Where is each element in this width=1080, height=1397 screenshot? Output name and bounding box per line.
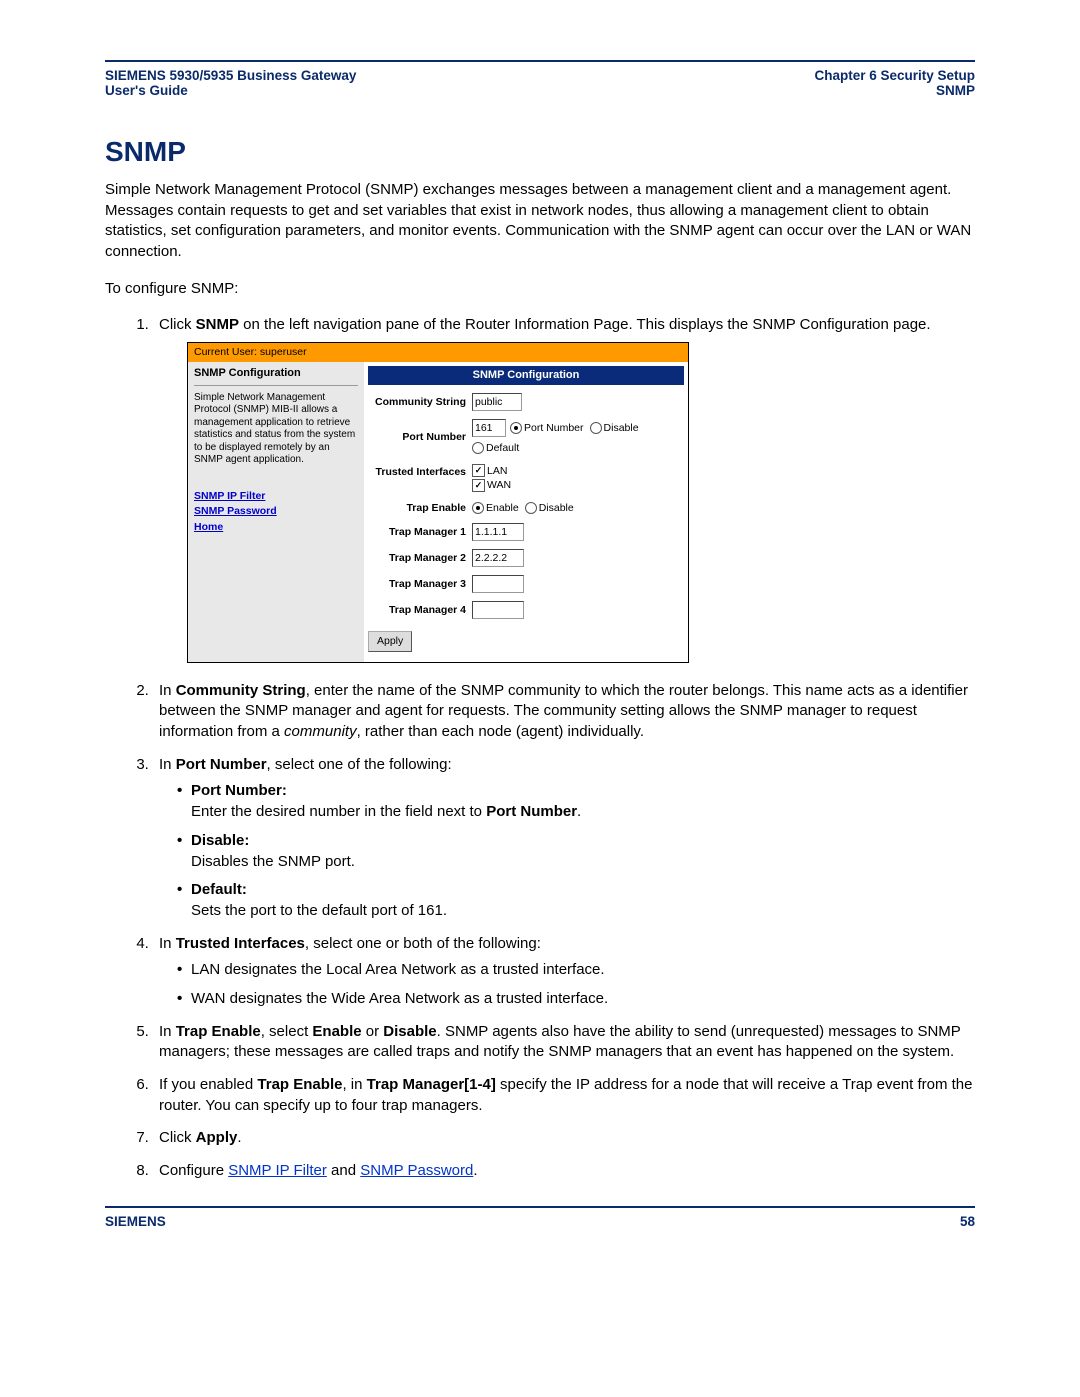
- header-left-1: SIEMENS 5930/5935 Business Gateway: [105, 68, 356, 83]
- input-tm2[interactable]: [472, 549, 524, 567]
- radio-disable-2[interactable]: Disable: [525, 501, 574, 515]
- step-6: If you enabled Trap Enable, in Trap Mana…: [153, 1075, 975, 1116]
- fig-left-pane: SNMP Configuration Simple Network Manage…: [188, 362, 364, 662]
- current-user-bar: Current User: superuser: [188, 343, 688, 361]
- page-header: SIEMENS 5930/5935 Business Gateway User'…: [105, 60, 975, 98]
- input-tm1[interactable]: [472, 523, 524, 541]
- input-tm4[interactable]: [472, 601, 524, 619]
- step-3-opt-disable: Disable: Disables the SNMP port.: [177, 831, 975, 872]
- label-tm1: Trap Manager 1: [368, 525, 472, 539]
- step-1: Click SNMP on the left navigation pane o…: [153, 315, 975, 662]
- panel-title: SNMP Configuration: [368, 366, 684, 385]
- input-port[interactable]: [472, 419, 506, 437]
- radio-default[interactable]: Default: [472, 441, 519, 455]
- label-port: Port Number: [368, 430, 472, 444]
- step-4-lan: LAN designates the Local Area Network as…: [177, 960, 975, 981]
- header-left-2: User's Guide: [105, 83, 356, 98]
- step-3: In Port Number, select one of the follow…: [153, 755, 975, 922]
- step-5: In Trap Enable, select Enable or Disable…: [153, 1022, 975, 1063]
- label-tm4: Trap Manager 4: [368, 603, 472, 617]
- input-tm3[interactable]: [472, 575, 524, 593]
- label-tm2: Trap Manager 2: [368, 551, 472, 565]
- radio-disable[interactable]: Disable: [590, 421, 639, 435]
- intro-paragraph: Simple Network Management Protocol (SNMP…: [105, 180, 975, 263]
- step-2: In Community String, enter the name of t…: [153, 681, 975, 743]
- footer-left: SIEMENS: [105, 1214, 166, 1229]
- input-community[interactable]: [472, 393, 522, 411]
- label-trusted: Trusted Interfaces: [368, 463, 472, 479]
- label-community: Community String: [368, 395, 472, 409]
- header-right-1: Chapter 6 Security Setup: [814, 68, 975, 83]
- apply-button[interactable]: Apply: [368, 631, 412, 651]
- radio-port-number[interactable]: Port Number: [510, 421, 584, 435]
- link-home[interactable]: Home: [194, 520, 358, 534]
- step-4-wan: WAN designates the Wide Area Network as …: [177, 989, 975, 1010]
- steps-list: Click SNMP on the left navigation pane o…: [129, 315, 975, 1181]
- page-title: SNMP: [105, 136, 975, 168]
- check-lan[interactable]: ✓LAN: [472, 464, 507, 478]
- fig-left-title: SNMP Configuration: [194, 366, 358, 386]
- step-3-opt-default: Default: Sets the port to the default po…: [177, 880, 975, 921]
- radio-enable[interactable]: Enable: [472, 501, 519, 515]
- fig-right-pane: SNMP Configuration Community String Port…: [364, 362, 688, 662]
- snmp-config-screenshot: Current User: superuser SNMP Configurati…: [187, 342, 689, 663]
- link-snmp-ip-filter-doc[interactable]: SNMP IP Filter: [228, 1162, 327, 1179]
- label-tm3: Trap Manager 3: [368, 577, 472, 591]
- link-snmp-password[interactable]: SNMP Password: [194, 504, 358, 518]
- fig-left-desc: Simple Network Management Protocol (SNMP…: [194, 392, 358, 467]
- check-wan[interactable]: ✓WAN: [472, 478, 511, 492]
- step-4: In Trusted Interfaces, select one or bot…: [153, 934, 975, 1010]
- label-trap-enable: Trap Enable: [368, 501, 472, 515]
- step-8: Configure SNMP IP Filter and SNMP Passwo…: [153, 1161, 975, 1182]
- page-footer: SIEMENS 58: [105, 1206, 975, 1229]
- step-3-opt-portnumber: Port Number: Enter the desired number in…: [177, 781, 975, 822]
- link-snmp-password-doc[interactable]: SNMP Password: [360, 1162, 473, 1179]
- footer-right: 58: [960, 1214, 975, 1229]
- link-snmp-ip-filter[interactable]: SNMP IP Filter: [194, 489, 358, 503]
- lead-text: To configure SNMP:: [105, 279, 975, 300]
- step-7: Click Apply.: [153, 1128, 975, 1149]
- header-right-2: SNMP: [814, 83, 975, 98]
